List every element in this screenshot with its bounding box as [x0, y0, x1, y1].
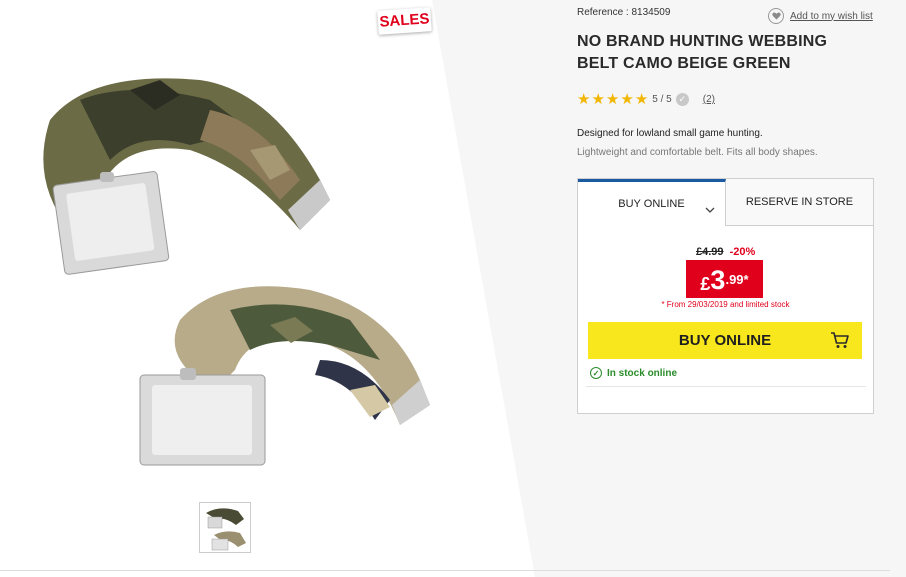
tab-buy-online-label: BUY ONLINE	[618, 198, 685, 210]
tab-buy-online[interactable]: BUY ONLINE	[578, 179, 726, 226]
thumbnail-image	[206, 508, 246, 551]
product-description-summary: Designed for lowland small game hunting.	[577, 128, 763, 139]
previous-price: £4.99	[696, 246, 724, 258]
divider	[0, 570, 890, 571]
product-description-detail: Lightweight and comfortable belt. Fits a…	[577, 147, 818, 158]
chevron-down-icon	[705, 202, 715, 216]
star-icon: ★	[591, 91, 605, 108]
reviews-count-link[interactable]: (2)	[703, 94, 715, 105]
heart-icon	[768, 8, 784, 24]
rating-score: 5 / 5	[652, 94, 672, 105]
product-title: NO BRAND HUNTING WEBBING BELT CAMO BEIGE…	[577, 33, 828, 72]
stock-status: ✓ In stock online	[590, 367, 677, 379]
product-image[interactable]	[30, 60, 450, 480]
product-gallery	[0, 0, 535, 577]
belt-image-top	[43, 78, 330, 275]
star-icon: ★	[634, 91, 649, 108]
rating-stars: ★ ★ ★ ★ ★	[577, 92, 648, 107]
discount-percent: -20%	[729, 246, 756, 258]
purchase-box: BUY ONLINE RESERVE IN STORE £4.99 -20% £…	[577, 178, 874, 414]
buy-online-button[interactable]: BUY ONLINE	[588, 322, 862, 359]
star-icon: ★	[620, 91, 634, 108]
price-cents: .99*	[725, 272, 749, 287]
current-price: £ 3 .99*	[686, 260, 763, 298]
product-page: SALES Reference : 8134509 Add to my wish…	[0, 0, 906, 577]
tab-reserve-in-store-label: RESERVE IN STORE	[745, 196, 854, 208]
star-icon: ★	[605, 91, 620, 108]
product-thumbnail[interactable]	[199, 502, 251, 553]
divider	[586, 386, 866, 387]
cart-icon	[830, 331, 850, 353]
tab-reserve-in-store[interactable]: RESERVE IN STORE	[726, 179, 873, 226]
product-rating: ★ ★ ★ ★ ★ 5 / 5 ✓ (2)	[577, 92, 715, 107]
price-units: 3	[710, 265, 726, 295]
wishlist-label: Add to my wish list	[790, 10, 873, 22]
sales-badge: SALES	[377, 7, 432, 35]
verified-check-icon: ✓	[675, 93, 689, 106]
product-reference: Reference : 8134509	[577, 7, 671, 18]
purchase-tabs: BUY ONLINE RESERVE IN STORE	[578, 179, 873, 226]
buy-online-button-label: BUY ONLINE	[678, 332, 772, 349]
stock-status-label: In stock online	[607, 367, 678, 379]
price-currency: £	[700, 274, 711, 294]
star-icon: ★	[577, 91, 591, 108]
check-circle-icon: ✓	[590, 367, 602, 379]
add-to-wishlist-link[interactable]: Add to my wish list	[768, 8, 873, 24]
belt-image-bottom	[139, 286, 430, 466]
price-conditions-note: * From 29/03/2019 and limited stock	[661, 300, 790, 309]
previous-price-line: £4.99 -20%	[696, 246, 755, 258]
